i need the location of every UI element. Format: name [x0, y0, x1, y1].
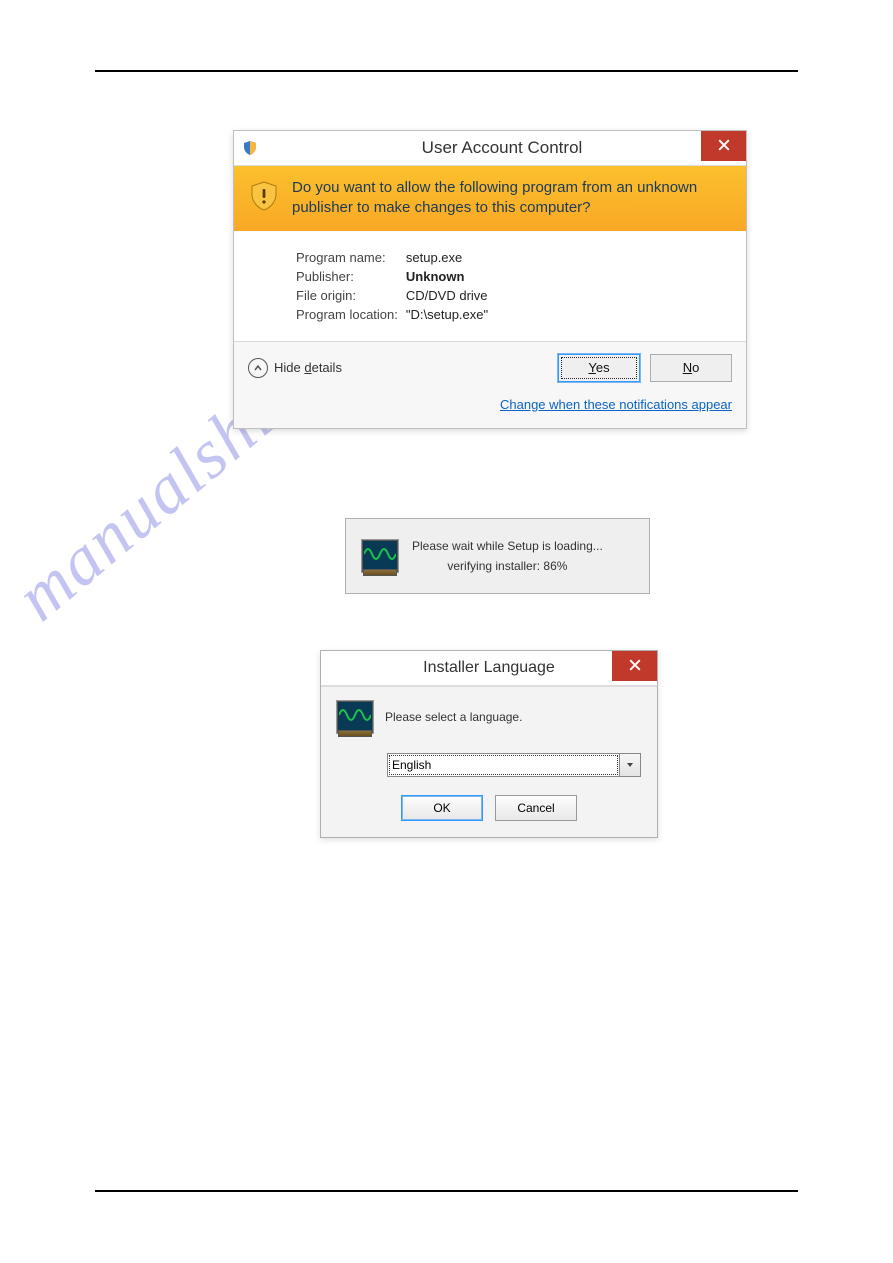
language-dialog: Installer Language Please select a langu…: [320, 650, 658, 838]
change-notifications-link[interactable]: Change when these notifications appear: [500, 397, 732, 412]
installer-icon: [337, 701, 373, 733]
value-publisher: Unknown: [406, 268, 494, 285]
language-title: Installer Language: [321, 659, 657, 677]
loading-line-2: verifying installer: 86%: [412, 559, 603, 573]
value-program-location: "D:\setup.exe": [406, 306, 494, 323]
hide-details-toggle[interactable]: Hide details: [248, 358, 342, 378]
close-icon: [718, 138, 730, 154]
close-icon: [629, 658, 641, 674]
chevron-up-icon: [248, 358, 268, 378]
dropdown-button[interactable]: [620, 753, 641, 777]
installer-icon: [362, 540, 398, 572]
uac-dialog: User Account Control Do you want to allo…: [233, 130, 747, 429]
uac-banner: Do you want to allow the following progr…: [234, 166, 746, 231]
cancel-button[interactable]: Cancel: [495, 795, 577, 821]
chevron-down-icon: [626, 756, 634, 774]
language-prompt: Please select a language.: [385, 710, 522, 724]
uac-title: User Account Control: [258, 138, 746, 158]
shield-warning-icon: [248, 180, 280, 212]
page-rule-bottom: [95, 1190, 798, 1192]
ok-button[interactable]: OK: [401, 795, 483, 821]
uac-footer: Hide details Yes No Change when these no…: [234, 341, 746, 428]
value-program-name: setup.exe: [406, 249, 494, 266]
language-select[interactable]: English: [387, 753, 620, 777]
close-button[interactable]: [701, 131, 746, 161]
value-file-origin: CD/DVD drive: [406, 287, 494, 304]
uac-details: Program name: setup.exe Publisher: Unkno…: [234, 231, 746, 341]
uac-question: Do you want to allow the following progr…: [292, 178, 732, 219]
label-program-name: Program name:: [296, 249, 404, 266]
label-program-location: Program location:: [296, 306, 404, 323]
page-rule-top: [95, 70, 798, 72]
yes-button[interactable]: Yes: [558, 354, 640, 382]
setup-loading-box: Please wait while Setup is loading... ve…: [345, 518, 650, 594]
label-publisher: Publisher:: [296, 268, 404, 285]
language-titlebar[interactable]: Installer Language: [321, 651, 657, 686]
label-file-origin: File origin:: [296, 287, 404, 304]
hide-details-label: Hide details: [274, 360, 342, 375]
close-button[interactable]: [612, 651, 657, 681]
loading-line-1: Please wait while Setup is loading...: [412, 539, 603, 553]
uac-titlebar[interactable]: User Account Control: [234, 131, 746, 166]
shield-icon: [242, 140, 258, 156]
no-button[interactable]: No: [650, 354, 732, 382]
